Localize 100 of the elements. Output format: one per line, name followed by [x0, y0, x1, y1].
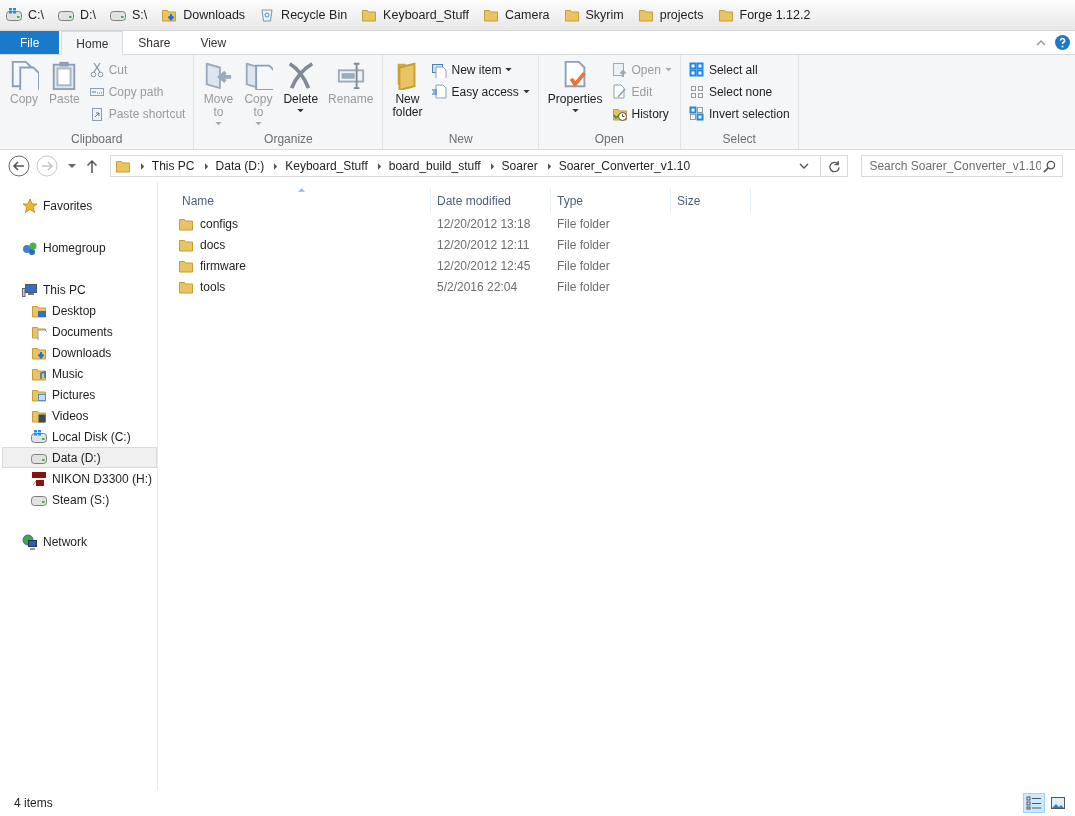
computer-icon	[22, 281, 38, 298]
type-cell-text: File folder	[556, 278, 611, 296]
group-label: New	[447, 132, 474, 148]
grid-icon	[688, 106, 705, 122]
ribbon-tab[interactable]: Home	[61, 31, 124, 55]
nav-item[interactable]: Data (D:)	[2, 447, 157, 468]
address-bar[interactable]: This PC Data (D:) Keyboard_Stuff board_build_stuff Soarer Soarer_Converter_v1.10	[109, 155, 849, 177]
grid-icon	[688, 62, 705, 78]
nav-item[interactable]: Downloads	[2, 342, 157, 363]
nav-item[interactable]: Local Disk (C:)	[2, 426, 157, 447]
grid-icon	[688, 84, 705, 100]
item-count: 4 items	[14, 796, 53, 810]
bookmark-link[interactable]: Forge 1.12.2	[717, 7, 811, 23]
group-label: Select	[721, 132, 757, 148]
ribbon-tab[interactable]: File	[0, 31, 60, 54]
nav-item[interactable]: Steam (S:)	[2, 489, 157, 510]
bookmark-link[interactable]: Recycle Bin	[259, 7, 348, 23]
folder-icon	[637, 7, 654, 23]
chevron-right-icon[interactable]	[204, 162, 209, 170]
column-header[interactable]: Date modified	[431, 188, 551, 213]
nav-item[interactable]: NIKON D3300 (H:)	[2, 468, 157, 489]
bookmark-link[interactable]: C:\	[6, 7, 44, 23]
breadcrumb-item[interactable]: Keyboard_Stuff	[285, 159, 368, 173]
ribbon-button[interactable]: Properties	[544, 58, 606, 115]
folder-arrow-icon	[203, 60, 234, 90]
up-arrow-icon[interactable]	[85, 159, 98, 173]
type-cell-text: File folder	[556, 257, 611, 275]
bookmark-link[interactable]: Camera	[483, 7, 550, 23]
details-view-button[interactable]	[1023, 793, 1045, 813]
nav-item[interactable]: Music	[2, 363, 157, 384]
star-icon	[22, 197, 38, 214]
ribbon-button[interactable]: Invert selection	[686, 104, 792, 124]
caret-icon	[297, 109, 305, 113]
date-cell-text: 5/2/2016 22:04	[436, 278, 519, 296]
nav-item[interactable]: Homegroup	[2, 237, 157, 258]
ribbon-button[interactable]: Select none	[686, 82, 792, 102]
nav-item[interactable]: This PC	[2, 279, 157, 300]
copy-icon	[9, 60, 39, 90]
sort-arrow-icon	[297, 188, 305, 192]
search-field[interactable]: Search Soarer_Converter_v1.10	[861, 155, 1063, 177]
open-icon	[611, 62, 628, 78]
column-header[interactable]: Size	[671, 188, 751, 213]
chevron-right-icon[interactable]	[490, 162, 495, 170]
breadcrumb-item[interactable]: Data (D:)	[215, 159, 265, 173]
file-name: tools	[200, 279, 226, 294]
edit-icon	[611, 84, 628, 100]
nav-item[interactable]: Favorites	[2, 195, 157, 216]
column-header[interactable]: Name	[176, 188, 431, 213]
column-header[interactable]: Type	[551, 188, 671, 213]
help-icon[interactable]	[1055, 35, 1070, 50]
ribbon-button[interactable]: History	[609, 104, 674, 124]
chevron-right-icon[interactable]	[274, 162, 279, 170]
nav-item[interactable]: Documents	[2, 321, 157, 342]
ribbon-button[interactable]: New folder	[389, 58, 426, 121]
ribbon-button[interactable]: Easy access	[429, 82, 532, 102]
ribbon-button[interactable]: New item	[429, 60, 532, 80]
bookmark-link[interactable]: projects	[637, 7, 704, 23]
nav-item[interactable]: Videos	[2, 405, 157, 426]
folder-icon	[114, 158, 131, 174]
recent-locations-caret-icon[interactable]	[67, 163, 76, 169]
chevron-right-icon[interactable]	[547, 162, 552, 170]
breadcrumb-item[interactable]: This PC	[151, 159, 195, 173]
folder-icon	[563, 7, 580, 23]
nav-item[interactable]: Desktop	[2, 300, 157, 321]
breadcrumb-item[interactable]: Soarer_Converter_v1.10	[558, 159, 691, 173]
chevron-right-icon[interactable]	[140, 162, 145, 170]
file-name: firmware	[200, 258, 246, 273]
file-name-cell[interactable]: configs	[176, 213, 431, 234]
date-cell-text: 12/20/2012 13:18	[436, 215, 532, 233]
network-icon	[22, 533, 38, 550]
file-name: docs	[200, 237, 226, 252]
bookmark-link[interactable]: Downloads	[161, 7, 246, 23]
caret-icon	[254, 122, 262, 126]
drive-icon	[6, 7, 22, 23]
bookmark-link[interactable]: Keyboard_Stuff	[361, 7, 470, 23]
caret-icon	[214, 122, 222, 126]
ribbon-button[interactable]: Select all	[686, 60, 792, 80]
chevron-right-icon[interactable]	[377, 162, 382, 170]
drive-icon	[31, 428, 47, 445]
easy-access-icon	[431, 84, 448, 100]
breadcrumb-item[interactable]: Soarer	[501, 159, 538, 173]
file-name: configs	[200, 216, 239, 231]
type-cell-text: File folder	[556, 215, 611, 233]
caret-icon	[664, 68, 672, 72]
breadcrumb-item[interactable]: board_build_stuff	[388, 159, 481, 173]
bookmark-link[interactable]: D:\	[58, 7, 96, 23]
file-name-cell[interactable]: firmware	[176, 255, 431, 276]
file-name-cell[interactable]: tools	[176, 276, 431, 297]
chevron-down-icon[interactable]	[799, 163, 810, 169]
rename-icon	[335, 60, 366, 90]
folder-icon	[717, 7, 734, 23]
ribbon-button[interactable]: Delete	[280, 58, 322, 115]
file-name-cell[interactable]: docs	[176, 234, 431, 255]
nav-item[interactable]: Network	[2, 531, 157, 552]
bookmark-link[interactable]: Skyrim	[563, 7, 624, 23]
nav-item[interactable]: Pictures	[2, 384, 157, 405]
back-icon[interactable]	[8, 155, 30, 177]
trash-bin-icon	[259, 7, 276, 23]
folder-icon	[483, 7, 500, 23]
bookmark-link[interactable]: S:\	[109, 7, 148, 23]
